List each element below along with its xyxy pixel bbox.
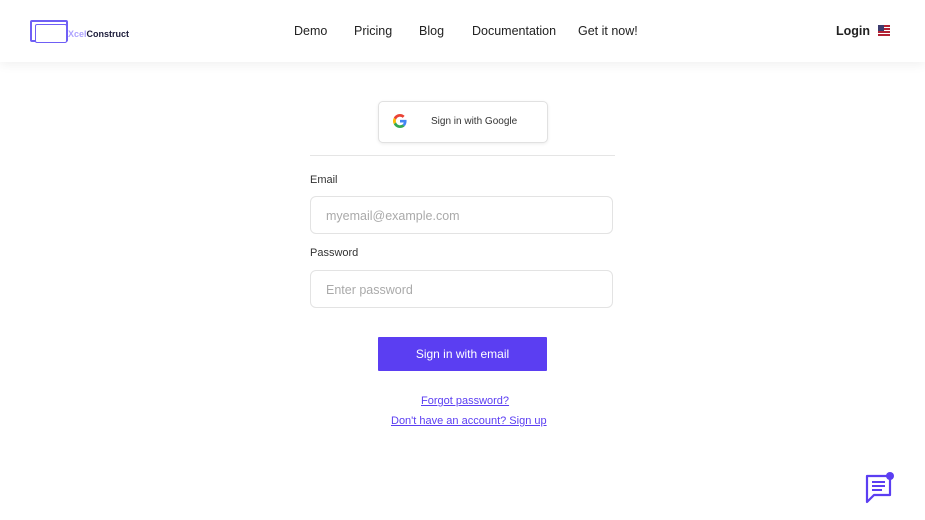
google-icon [393, 114, 407, 128]
divider [310, 155, 615, 156]
top-navbar: XcelConstruct Demo Pricing Blog Document… [0, 0, 925, 62]
logo-wordmark: XcelConstruct [68, 29, 129, 39]
google-signin-label: Sign in with Google [431, 116, 518, 127]
login-link[interactable]: Login [836, 24, 870, 38]
logo-name: Construct [86, 29, 130, 39]
signup-link[interactable]: Don't have an account? Sign up [391, 415, 547, 427]
nav-documentation[interactable]: Documentation [472, 24, 556, 38]
email-label: Email [310, 174, 338, 186]
nav-blog[interactable]: Blog [419, 24, 444, 38]
nav-pricing[interactable]: Pricing [354, 24, 392, 38]
nav-get-it-now[interactable]: Get it now! [578, 24, 638, 38]
logo-mark-front [35, 24, 67, 43]
us-flag-icon[interactable] [878, 25, 890, 36]
forgot-password-link[interactable]: Forgot password? [421, 395, 509, 407]
password-field[interactable] [311, 271, 598, 309]
logo[interactable]: XcelConstruct [30, 20, 140, 44]
password-label: Password [310, 247, 359, 259]
email-field-container [310, 196, 613, 235]
email-field[interactable] [311, 197, 598, 235]
google-signin-button[interactable]: Sign in with Google [378, 101, 548, 143]
logo-prefix: Xcel [68, 29, 87, 39]
nav-demo[interactable]: Demo [294, 24, 327, 38]
chat-icon[interactable] [864, 471, 896, 505]
password-field-container [310, 270, 613, 309]
sign-in-email-button[interactable]: Sign in with email [378, 337, 547, 371]
